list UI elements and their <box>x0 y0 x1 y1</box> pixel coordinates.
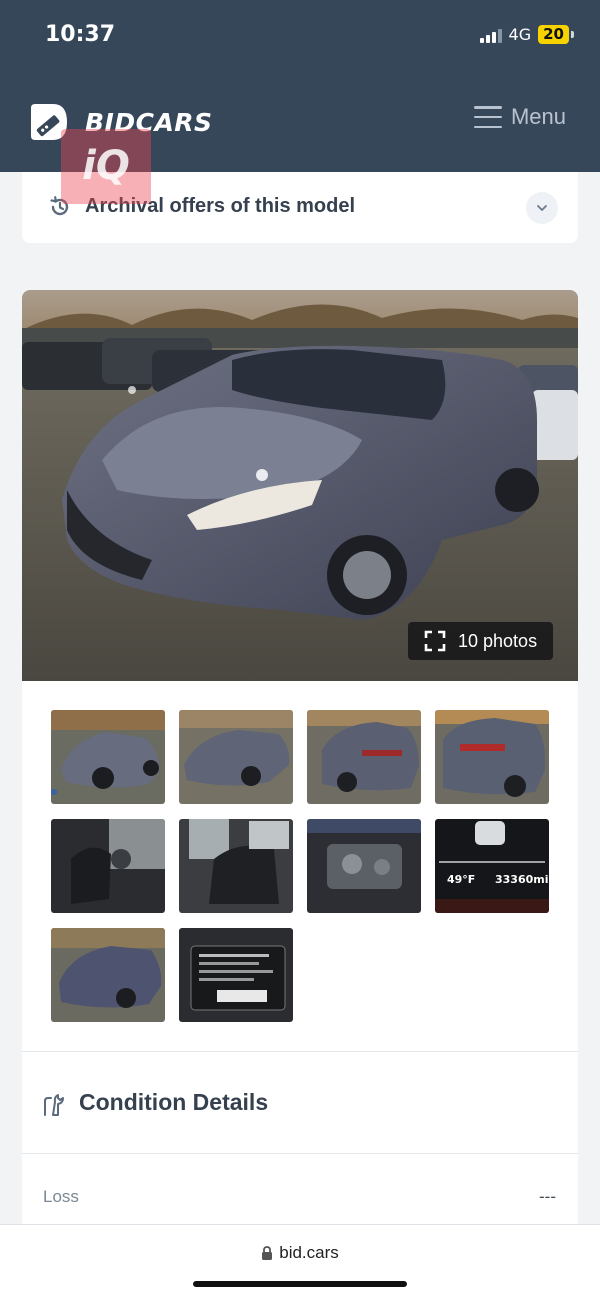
loss-label: Loss <box>43 1187 79 1206</box>
loss-value: --- <box>539 1187 556 1206</box>
section-divider <box>22 1051 578 1052</box>
url-display[interactable]: bid.cars <box>0 1243 600 1263</box>
thumbnail-5[interactable] <box>51 819 165 913</box>
odometer-temp: 49°F <box>447 873 475 886</box>
fullscreen-icon <box>424 630 446 652</box>
chevron-down-icon <box>537 205 547 211</box>
thumbnail-9[interactable] <box>51 928 165 1022</box>
thumbnail-8-odometer[interactable]: 49°F 33360mi <box>435 819 549 913</box>
thumbnail-7[interactable] <box>307 819 421 913</box>
menu-label: Menu <box>510 104 566 129</box>
odometer-mileage: 33360mi <box>495 873 549 886</box>
thumbnail-6[interactable] <box>179 819 293 913</box>
menu-button[interactable]: Menu <box>473 104 566 130</box>
main-vehicle-photo[interactable]: 10 photos <box>22 290 578 681</box>
lock-icon <box>262 1246 273 1260</box>
thumbnail-10-vin[interactable] <box>179 928 293 1022</box>
network-type: 4G <box>508 25 532 44</box>
status-indicators: 4G 20 <box>479 25 574 44</box>
browser-address-bar[interactable]: bid.cars <box>0 1224 600 1299</box>
thumbnail-1[interactable] <box>51 710 165 804</box>
battery-icon: 20 <box>538 25 574 44</box>
photo-count-badge[interactable]: 10 photos <box>408 622 554 660</box>
vehicle-gallery-card: 10 photos 49°F 33360mi Condition Details… <box>22 290 578 1230</box>
thumbnail-4[interactable] <box>435 710 549 804</box>
wrench-icon <box>44 1094 64 1116</box>
signal-icon <box>479 27 502 43</box>
expand-toggle[interactable] <box>526 192 558 224</box>
condition-details-title: Condition Details <box>79 1089 269 1115</box>
status-time: 10:37 <box>45 22 116 47</box>
thumbnail-3[interactable] <box>307 710 421 804</box>
hamburger-icon <box>473 106 502 128</box>
battery-level: 20 <box>538 25 569 44</box>
thumbnail-2[interactable] <box>179 710 293 804</box>
iq-watermark-logo: iQ <box>61 129 151 204</box>
url-text: bid.cars <box>279 1243 339 1262</box>
section-divider <box>22 1153 578 1154</box>
home-indicator[interactable] <box>193 1281 407 1287</box>
photo-count-label: 10 photos <box>458 630 538 651</box>
